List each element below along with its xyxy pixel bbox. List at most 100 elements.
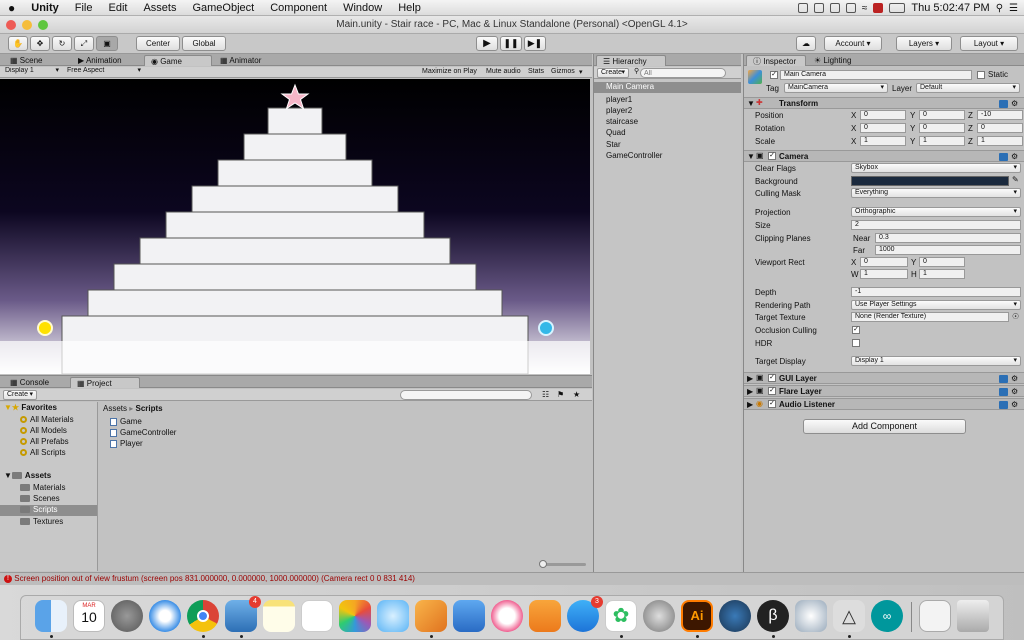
tab-hierarchy[interactable]: ☰ Hierarchy — [596, 55, 666, 66]
help-book-icon[interactable] — [999, 375, 1008, 383]
unity-icon[interactable]: △ — [833, 600, 865, 632]
hierarchy-search-input[interactable] — [640, 68, 726, 78]
trash-icon[interactable] — [957, 600, 989, 632]
layers-dropdown[interactable]: Layers ▾ — [896, 36, 952, 51]
help-book-icon[interactable] — [999, 388, 1008, 396]
scale-z-field[interactable]: 1 — [977, 136, 1023, 146]
dropbox-icon[interactable] — [813, 3, 824, 13]
preview-icon[interactable]: 4 — [225, 596, 261, 632]
depth-field[interactable]: -1 — [851, 287, 1021, 297]
display-dropdown[interactable]: Display 1 — [2, 67, 62, 77]
finder-icon[interactable] — [35, 600, 67, 632]
slider-knob[interactable] — [539, 560, 547, 568]
tab-animation[interactable]: ▶ Animation — [72, 55, 128, 66]
folder-materials[interactable]: Materials — [20, 483, 65, 492]
reminders-icon[interactable] — [301, 600, 333, 632]
audio-listener-component-header[interactable]: ▶ ◉ ✓ Audio Listener ⚙ — [744, 398, 1024, 410]
close-window-button[interactable] — [6, 20, 16, 30]
gui-layer-component-header[interactable]: ▶ ▣ ✓ GUI Layer ⚙ — [744, 372, 1024, 384]
folder-scenes[interactable]: Scenes — [20, 494, 60, 503]
tab-game[interactable]: ◉ Game — [144, 55, 212, 66]
target-texture-field[interactable]: None (Render Texture) — [851, 312, 1009, 322]
hierarchy-item-star[interactable]: Star — [606, 140, 621, 149]
file-player[interactable]: Player — [110, 439, 143, 448]
object-name-field[interactable]: Main Camera — [780, 70, 972, 80]
clear-flags-dropdown[interactable]: Skybox — [851, 163, 1021, 173]
rotation-y-field[interactable]: 0 — [919, 123, 965, 133]
hierarchy-item-player2[interactable]: player2 — [606, 106, 632, 115]
help-book-icon[interactable] — [999, 153, 1008, 161]
chrome-icon[interactable] — [187, 600, 219, 632]
menu-component[interactable]: Component — [262, 2, 335, 14]
tab-inspector[interactable]: ⓘ Inspector — [746, 55, 806, 66]
component-gear-icon[interactable]: ⚙ — [1011, 387, 1018, 396]
transform-component-header[interactable]: ▼ ✚ Transform ⚙ — [744, 97, 1024, 109]
photos-icon[interactable] — [339, 600, 371, 632]
menu-edit[interactable]: Edit — [100, 2, 135, 14]
menu-help[interactable]: Help — [390, 2, 429, 14]
target-display-dropdown[interactable]: Display 1 — [851, 356, 1021, 366]
spotlight-search-icon[interactable]: ⚲ — [996, 3, 1003, 14]
rotate-tool-button[interactable]: ↻ — [52, 36, 72, 51]
object-picker-icon[interactable]: ☉ — [1012, 312, 1019, 321]
gizmos-dropdown[interactable]: Gizmos — [551, 68, 575, 75]
hierarchy-create-dropdown[interactable]: Create — [597, 68, 629, 78]
maximize-on-play-toggle[interactable]: Maximize on Play — [422, 68, 477, 75]
viewport-w-field[interactable]: 1 — [860, 269, 908, 279]
favorite-all-materials[interactable]: All Materials — [20, 415, 74, 424]
pivot-global-toggle[interactable]: Global — [182, 36, 226, 51]
steam-icon[interactable] — [719, 600, 751, 632]
help-book-icon[interactable] — [999, 401, 1008, 409]
file-gamecontroller[interactable]: GameController — [110, 428, 176, 437]
component-gear-icon[interactable]: ⚙ — [1011, 374, 1018, 383]
background-color-field[interactable] — [851, 176, 1009, 186]
wifi-icon[interactable]: ≈ — [862, 3, 868, 14]
filter-by-type-icon[interactable]: ☷ — [542, 390, 549, 399]
network-utility-icon[interactable] — [795, 600, 827, 632]
breadcrumb-assets[interactable]: Assets — [103, 404, 127, 413]
evernote-icon[interactable]: ✿ — [605, 600, 637, 632]
scale-y-field[interactable]: 1 — [919, 136, 965, 146]
system-preferences-icon[interactable] — [643, 600, 675, 632]
itunes-icon[interactable] — [491, 600, 523, 632]
minimize-window-button[interactable] — [22, 20, 32, 30]
projection-dropdown[interactable]: Orthographic — [851, 207, 1021, 217]
flare-layer-checkbox[interactable]: ✓ — [768, 387, 776, 395]
add-component-button[interactable]: Add Component — [803, 419, 966, 434]
object-active-checkbox[interactable]: ✓ — [770, 71, 778, 79]
camera-component-header[interactable]: ▼ ▣ ✓ Camera ⚙ — [744, 150, 1024, 162]
battery-icon[interactable] — [889, 3, 906, 13]
scale-tool-button[interactable]: ⤢ — [74, 36, 94, 51]
viewport-h-field[interactable]: 1 — [919, 269, 965, 279]
favorite-all-models[interactable]: All Models — [20, 426, 67, 435]
status-icon-1[interactable] — [797, 3, 808, 13]
rotation-x-field[interactable]: 0 — [860, 123, 906, 133]
pages-icon[interactable] — [415, 600, 447, 632]
menu-assets[interactable]: Assets — [135, 2, 184, 14]
rotation-z-field[interactable]: 0 — [977, 123, 1023, 133]
hierarchy-item-quad[interactable]: Quad — [606, 128, 626, 137]
hierarchy-item-staircase[interactable]: staircase — [606, 117, 638, 126]
cloud-icon[interactable]: ☁ — [796, 36, 816, 51]
help-book-icon[interactable] — [999, 100, 1008, 108]
menu-gameobject[interactable]: GameObject — [184, 2, 262, 14]
zoom-window-button[interactable] — [38, 20, 48, 30]
eyedropper-icon[interactable]: ✎ — [1012, 175, 1019, 184]
launchpad-rocket-icon[interactable] — [111, 600, 143, 632]
far-field[interactable]: 1000 — [875, 245, 1021, 255]
app-store-icon[interactable]: 3 — [567, 596, 603, 632]
keynote-icon[interactable] — [453, 600, 485, 632]
icon-size-slider[interactable] — [539, 560, 586, 568]
tab-console[interactable]: ▦ Console — [4, 377, 55, 388]
favorite-all-scripts[interactable]: All Scripts — [20, 448, 66, 457]
hierarchy-item-main-camera[interactable]: Main Camera — [594, 82, 741, 93]
move-tool-button[interactable]: ✥ — [30, 36, 50, 51]
game-render-view[interactable] — [0, 79, 590, 374]
arduino-icon[interactable]: ∞ — [871, 600, 903, 632]
rect-tool-button[interactable]: ▣ — [96, 36, 118, 51]
hierarchy-item-player1[interactable]: player1 — [606, 95, 632, 104]
tab-project[interactable]: ▦ Project — [70, 377, 140, 388]
breadcrumb-scripts[interactable]: Scripts — [136, 404, 163, 413]
step-button[interactable]: ▶❚ — [524, 36, 546, 51]
airplay-icon[interactable] — [845, 3, 856, 13]
